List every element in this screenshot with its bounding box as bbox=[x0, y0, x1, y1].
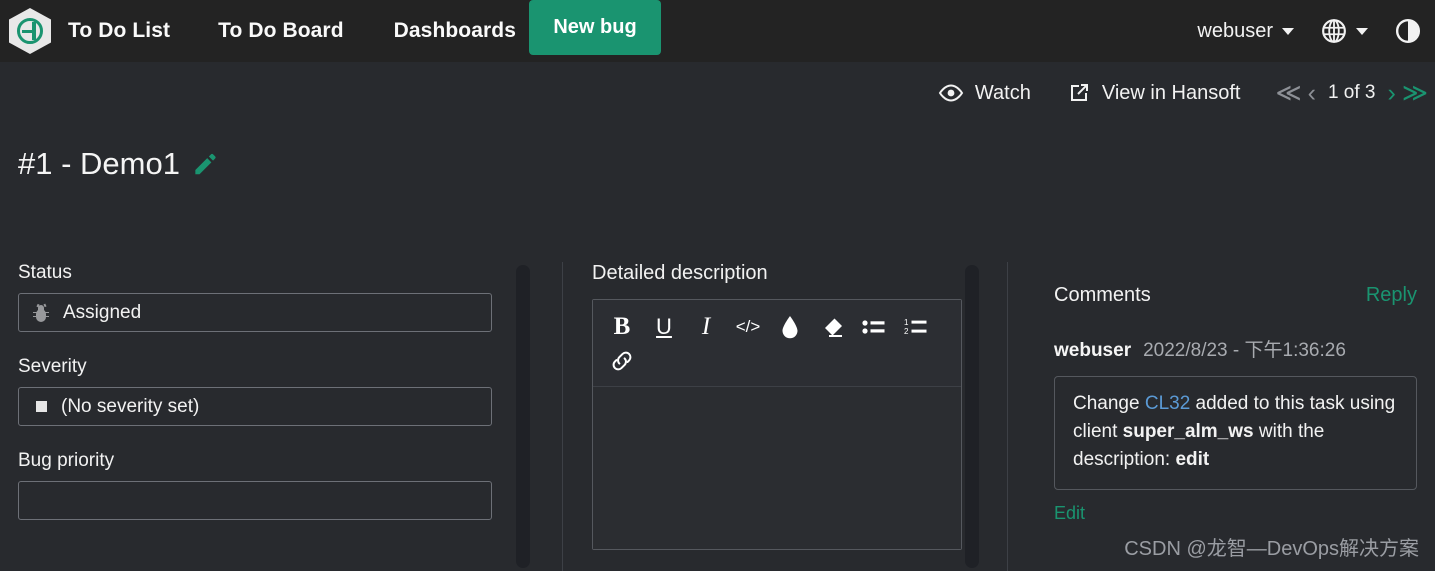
nav-item-dashboards[interactable]: Dashboards bbox=[394, 19, 516, 43]
comments-title: Comments bbox=[1054, 284, 1151, 306]
comments-header: Comments Reply bbox=[1054, 262, 1417, 307]
globe-icon bbox=[1322, 19, 1346, 43]
field-severity-value: (No severity set) bbox=[61, 395, 200, 417]
scrollbar-thumb[interactable] bbox=[965, 265, 979, 568]
nav-item-to-do-board[interactable]: To Do Board bbox=[218, 19, 344, 43]
numbered-list-button[interactable]: 1 2 bbox=[895, 310, 937, 344]
panel-divider bbox=[1007, 262, 1008, 571]
pencil-icon[interactable] bbox=[192, 152, 217, 177]
description-editor[interactable]: B U I </> 1 2 bbox=[592, 299, 962, 550]
new-bug-button[interactable]: New bug bbox=[529, 0, 661, 55]
first-page-button[interactable]: ≪ bbox=[1272, 80, 1304, 106]
view-in-hansoft-button[interactable]: View in Hansoft bbox=[1067, 81, 1241, 105]
field-status-input[interactable]: Assigned bbox=[18, 293, 492, 332]
chevron-down-icon bbox=[1356, 27, 1368, 35]
comment-author: webuser bbox=[1054, 340, 1132, 361]
field-severity-label: Severity bbox=[18, 356, 87, 377]
nav-item-to-do-list[interactable]: To Do List bbox=[68, 19, 170, 43]
field-status-value: Assigned bbox=[63, 301, 142, 323]
eraser-button[interactable] bbox=[811, 310, 853, 344]
changelist-link[interactable]: CL32 bbox=[1145, 393, 1190, 414]
theme-toggle-button[interactable] bbox=[1395, 18, 1421, 44]
bold-button[interactable]: B bbox=[601, 310, 643, 344]
view-in-hansoft-label: View in Hansoft bbox=[1101, 81, 1241, 104]
user-menu-label: webuser bbox=[1197, 19, 1273, 42]
field-status-label: Status bbox=[18, 262, 72, 283]
item-toolbar: Watch View in Hansoft ≪ ‹ 1 of 3 › ≫ bbox=[902, 62, 1435, 124]
contrast-half-circle-icon bbox=[1395, 18, 1421, 44]
link-button[interactable] bbox=[601, 344, 643, 378]
code-button[interactable]: </> bbox=[727, 310, 769, 344]
page-title-text: #1 - Demo1 bbox=[18, 146, 180, 181]
description-text-area[interactable] bbox=[593, 387, 961, 549]
hansoft-hexagon-logo-icon bbox=[9, 8, 51, 54]
top-navigation-bar: To Do List To Do Board Dashboards New bu… bbox=[0, 0, 1435, 62]
watch-label: Watch bbox=[974, 81, 1031, 104]
link-icon bbox=[612, 351, 632, 371]
pagination: ≪ ‹ 1 of 3 › ≫ bbox=[1272, 80, 1431, 106]
language-menu[interactable] bbox=[1321, 18, 1368, 44]
left-fields-panel: Status Assigned Severity (No severity se… bbox=[0, 262, 510, 571]
page-title: #1 - Demo1 bbox=[18, 146, 217, 182]
comment-text-1: Change bbox=[1073, 393, 1145, 414]
editor-toolbar: B U I </> 1 2 bbox=[593, 300, 961, 387]
underline-button[interactable]: U bbox=[643, 310, 685, 344]
top-right-controls: webuser bbox=[1197, 0, 1421, 62]
droplet-icon bbox=[782, 316, 798, 339]
square-icon bbox=[36, 401, 47, 412]
svg-text:2: 2 bbox=[904, 327, 909, 336]
field-bug-priority-label: Bug priority bbox=[18, 450, 115, 471]
field-bug-priority: Bug priority bbox=[0, 450, 510, 520]
previous-page-button[interactable]: ‹ bbox=[1305, 80, 1319, 106]
external-link-icon bbox=[1070, 84, 1088, 101]
numbered-list-icon: 1 2 bbox=[904, 318, 927, 336]
watch-button[interactable]: Watch bbox=[938, 82, 1031, 105]
description-panel-scrollbar[interactable] bbox=[964, 262, 980, 571]
page-indicator: 1 of 3 bbox=[1327, 82, 1376, 103]
field-status: Status Assigned bbox=[0, 262, 510, 332]
user-menu[interactable]: webuser bbox=[1197, 20, 1294, 43]
field-bug-priority-input[interactable] bbox=[18, 481, 492, 520]
scrollbar-thumb[interactable] bbox=[516, 265, 530, 568]
last-page-button[interactable]: ≫ bbox=[1399, 80, 1431, 106]
chevron-down-icon bbox=[1282, 27, 1294, 35]
watermark: CSDN @龙智—DevOps解决方案 bbox=[1124, 538, 1419, 560]
comment-meta: webuser 2022/8/23 - 下午1:36:26 bbox=[1054, 335, 1435, 362]
next-page-button[interactable]: › bbox=[1385, 80, 1399, 106]
text-color-button[interactable] bbox=[769, 310, 811, 344]
comment-body: Change CL32 added to this task using cli… bbox=[1054, 376, 1417, 491]
field-severity-input[interactable]: (No severity set) bbox=[18, 387, 492, 426]
description-label: Detailed description bbox=[592, 262, 768, 284]
description-panel: Detailed description B U I </> 1 2 bbox=[570, 262, 962, 571]
comment-client-name: super_alm_ws bbox=[1122, 421, 1254, 443]
comment-timestamp: 2022/8/23 - 下午1:36:26 bbox=[1143, 340, 1346, 361]
reply-button[interactable]: Reply bbox=[1366, 284, 1417, 307]
eraser-icon bbox=[825, 318, 842, 337]
comment-description-value: edit bbox=[1175, 449, 1210, 471]
bulleted-list-icon bbox=[862, 320, 885, 334]
bulleted-list-button[interactable] bbox=[853, 310, 895, 344]
app-logo[interactable] bbox=[2, 0, 58, 62]
left-panel-scrollbar[interactable] bbox=[515, 262, 531, 571]
svg-text:1: 1 bbox=[904, 318, 909, 327]
comment-item: webuser 2022/8/23 - 下午1:36:26 Change CL3… bbox=[1014, 335, 1435, 524]
field-severity: Severity (No severity set) bbox=[0, 356, 510, 426]
comments-panel: Comments Reply webuser 2022/8/23 - 下午1:3… bbox=[1014, 262, 1435, 571]
italic-button[interactable]: I bbox=[685, 310, 727, 344]
bug-icon bbox=[33, 303, 49, 322]
eye-icon bbox=[938, 84, 964, 102]
panel-divider bbox=[562, 262, 563, 571]
edit-comment-button[interactable]: Edit bbox=[1054, 503, 1085, 524]
